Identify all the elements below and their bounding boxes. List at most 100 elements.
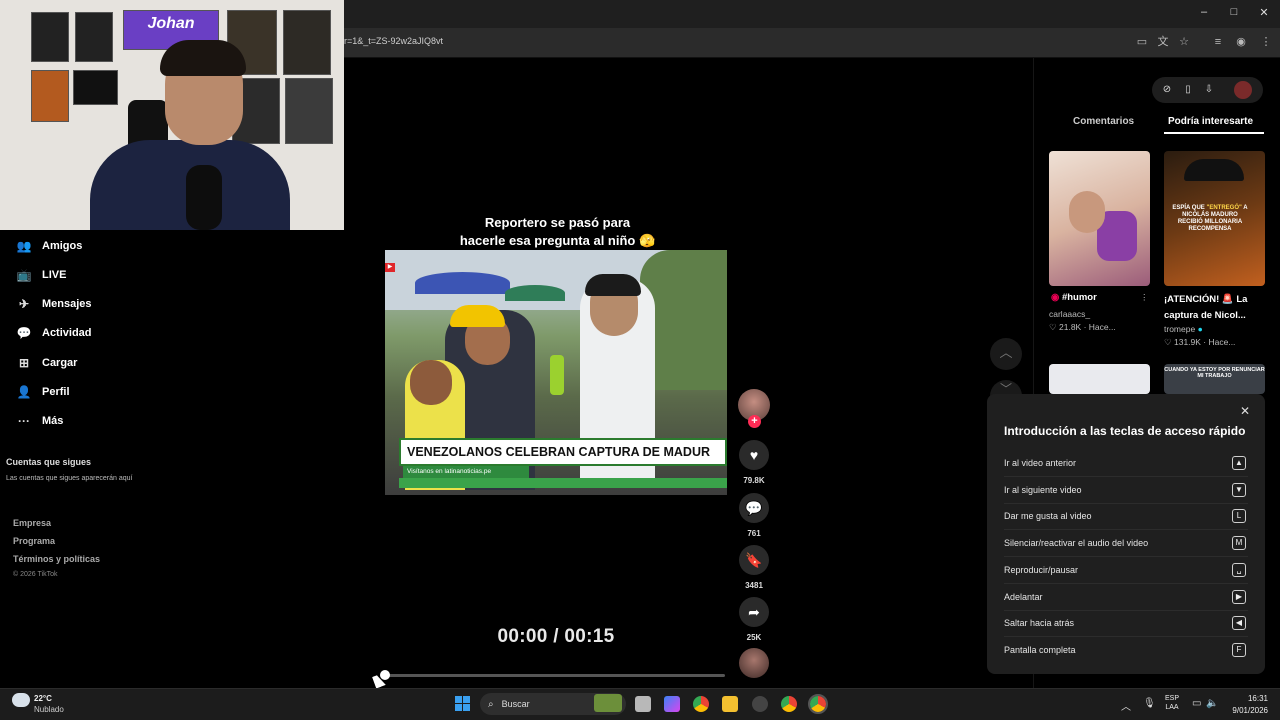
browser-menu-icon[interactable]: ⋮	[1258, 34, 1274, 50]
tab-interest[interactable]: Podría interesarte	[1168, 116, 1253, 127]
chrome-active-icon[interactable]	[808, 694, 828, 714]
video-thumbnail[interactable]: CUANDO YA ESTOY POR RENUNCIAR MI TRABAJO	[1164, 364, 1265, 394]
comment-button[interactable]: 💬	[739, 493, 769, 523]
microphone	[186, 165, 222, 230]
url-text[interactable]: r=1&_t=ZS-92w2aJIQ8vt	[344, 36, 443, 46]
copyright: © 2026 TikTok	[13, 571, 58, 578]
display-icon[interactable]: ▭	[1192, 698, 1201, 709]
share-count: 25K	[746, 633, 762, 642]
sidebar-item-label: Mensajes	[42, 298, 92, 310]
sidebar-item-label: Amigos	[42, 240, 83, 252]
shortcut-divider	[1004, 636, 1248, 638]
tab-comments[interactable]: Comentarios	[1073, 116, 1134, 127]
shortcut-key: F	[1232, 642, 1246, 657]
user-avatar[interactable]	[1234, 81, 1252, 99]
follow-button[interactable]: +	[748, 415, 761, 428]
media-control-icon[interactable]: ≡	[1210, 34, 1226, 50]
wall-poster	[75, 12, 113, 62]
account-icon[interactable]: ◉	[1233, 34, 1249, 50]
video-thumbnail[interactable]	[1049, 364, 1150, 394]
maximize-button[interactable]: □	[1226, 6, 1242, 18]
sidebar-item-cargar[interactable]: ⊞ Cargar	[16, 352, 78, 374]
share-button[interactable]: ➦	[739, 597, 769, 627]
clock-time[interactable]: 16:31	[1228, 694, 1268, 703]
close-window-button[interactable]: ✕	[1256, 6, 1272, 19]
copilot-icon[interactable]	[664, 696, 680, 712]
task-view-icon[interactable]	[635, 696, 651, 712]
windows-start-icon[interactable]	[455, 696, 471, 712]
minimize-button[interactable]: –	[1196, 6, 1212, 18]
like-button[interactable]: ♥	[739, 440, 769, 470]
card-author[interactable]: tromepe ●	[1164, 324, 1203, 334]
file-explorer-icon[interactable]	[722, 696, 738, 712]
caption-line-1: Reportero se pasó para	[484, 215, 631, 230]
wall-poster	[285, 78, 333, 144]
progress-track[interactable]	[385, 674, 725, 677]
weather-temp[interactable]: 22°C	[34, 694, 52, 703]
wall-poster	[73, 70, 118, 105]
volume-icon[interactable]: 🔈	[1206, 698, 1218, 709]
heart-icon: ♡	[1049, 322, 1057, 332]
umbrella-green	[505, 285, 565, 301]
shortcut-label: Adelantar	[1004, 591, 1043, 602]
shortcut-label: Pantalla completa	[1004, 644, 1076, 655]
previous-video-button[interactable]: ︿	[990, 338, 1022, 370]
comment-count: 761	[747, 529, 761, 538]
shortcut-key: M	[1232, 536, 1246, 551]
sidebar-item-más[interactable]: ··· Más	[16, 410, 63, 432]
sidebar-item-label: Perfil	[42, 386, 70, 398]
bookmark-star-icon[interactable]: ☆	[1176, 34, 1192, 50]
close-icon[interactable]: ✕	[1240, 404, 1250, 418]
umbrella	[415, 272, 510, 294]
shortcut-key: L	[1232, 509, 1246, 524]
save-button[interactable]: 🔖	[739, 545, 769, 575]
thumbnail-banner: CUANDO YA ESTOY POR RENUNCIAR MI TRABAJO	[1164, 367, 1265, 379]
card-author[interactable]: carlaaacs_	[1049, 309, 1090, 319]
upload-icon: ⊞	[18, 356, 30, 370]
shortcut-key: ▲	[1232, 456, 1246, 470]
shortcut-label: Dar me gusta al video	[1004, 511, 1092, 522]
language-indicator[interactable]: ESP LAA	[1164, 694, 1180, 712]
microphone-icon[interactable]: 🎙	[1143, 698, 1156, 709]
clock-date[interactable]: 9/01/2026	[1220, 706, 1268, 715]
shortcut-divider	[1004, 582, 1248, 584]
footer-link-empresa[interactable]: Empresa	[13, 518, 51, 528]
chrome-icon[interactable]	[693, 696, 709, 712]
translate-icon[interactable]: 文	[1155, 34, 1171, 50]
footer-link-programa[interactable]: Programa	[13, 536, 55, 546]
sidebar-item-mensajes[interactable]: ✈ Mensajes	[16, 293, 92, 315]
webcam-overlay: Johan	[0, 0, 344, 230]
sidebar-item-actividad[interactable]: 💬 Actividad	[16, 322, 92, 344]
card-meta: ♡ 21.8K · Hace...	[1049, 322, 1116, 332]
microphone-prop	[550, 355, 564, 395]
steam-icon[interactable]	[752, 696, 768, 712]
news-chyron: VENEZOLANOS CELEBRAN CAPTURA DE MADUR	[399, 438, 727, 466]
phone-icon[interactable]: ▯	[1182, 84, 1194, 96]
shortcut-key: ◀	[1232, 616, 1246, 631]
footer-link-terminos[interactable]: Términos y políticas	[13, 554, 100, 564]
video-thumbnail[interactable]	[1049, 151, 1150, 286]
tray-chevron-icon[interactable]: ︿	[1121, 698, 1131, 713]
thumbnail-banner: ESPÍA QUE "ENTREGÓ" A NICOLÁS MADURO REC…	[1172, 205, 1248, 232]
cast-icon[interactable]: ▭	[1134, 34, 1150, 50]
card-title[interactable]: ¡ATENCIÓN! 🚨 La captura de Nicol...	[1164, 292, 1264, 324]
shortcut-label: Silenciar/reactivar el audio del video	[1004, 538, 1149, 549]
sidebar-item-live[interactable]: 📺 LIVE	[16, 264, 67, 286]
shortcut-key: ▼	[1232, 482, 1246, 497]
compass-icon[interactable]: ⊘	[1161, 84, 1173, 96]
weather-desc[interactable]: Nublado	[34, 705, 64, 714]
download-icon[interactable]: ⇩	[1203, 84, 1215, 96]
chrome-profile-icon[interactable]	[781, 696, 797, 712]
activity-icon: 💬	[16, 326, 32, 340]
sidebar-item-amigos[interactable]: 👥 Amigos	[16, 235, 83, 257]
sidebar-item-perfil[interactable]: 👤 Perfil	[16, 381, 70, 403]
sound-avatar[interactable]	[739, 648, 769, 678]
bookmark-icon: 🔖	[745, 551, 763, 568]
live-badge: ▶	[385, 263, 395, 272]
weather-cloud-icon[interactable]	[12, 693, 30, 707]
sidebar-item-label: Más	[42, 415, 64, 427]
caption-line-2: hacerle esa pregunta al niño 🫣	[459, 233, 656, 248]
card-title[interactable]: ◉ #humor	[1051, 292, 1097, 303]
more-icon: ···	[18, 414, 30, 428]
card-menu-icon[interactable]: ⋮	[1140, 292, 1149, 303]
